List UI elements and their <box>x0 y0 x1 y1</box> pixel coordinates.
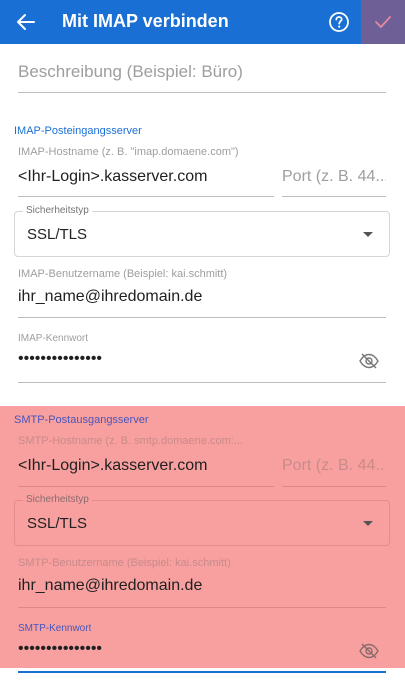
smtp-password-field[interactable]: SMTP-Kennwort ••••••••••••••• <box>18 620 386 676</box>
smtp-port-field[interactable]: Port (z. B. 44... <box>282 435 386 489</box>
smtp-password-value: ••••••••••••••• <box>18 640 103 657</box>
eye-off-icon[interactable] <box>358 350 380 372</box>
imap-section-title: IMAP-Posteingangsserver <box>14 125 142 137</box>
imap-security-value: SSL/TLS <box>27 226 88 243</box>
smtp-user-value: ihr_name@ihredomain.de <box>18 577 203 594</box>
imap-user-field[interactable]: IMAP-Benutzername (Beispiel: kai.schmitt… <box>18 266 386 320</box>
imap-host-label: IMAP-Hostname (z. B. "imap.domaene.com") <box>18 146 239 158</box>
description-field[interactable]: Beschreibung (Beispiel: Büro) <box>18 56 386 96</box>
dropdown-arrow-icon <box>363 521 373 526</box>
smtp-host-value: <Ihr-Login>.kasserver.com <box>18 457 208 474</box>
imap-password-underline <box>18 382 386 383</box>
smtp-port-placeholder: Port (z. B. 44... <box>282 457 386 474</box>
help-button[interactable] <box>326 9 352 35</box>
imap-port-underline <box>282 196 386 197</box>
description-placeholder: Beschreibung (Beispiel: Büro) <box>18 62 243 81</box>
smtp-security-label: Sicherheitstyp <box>23 494 92 505</box>
back-button[interactable] <box>12 8 40 36</box>
smtp-host-label: SMTP-Hostname (z. B. smtp.domaene.com:..… <box>18 435 243 447</box>
confirm-button[interactable] <box>361 0 405 44</box>
imap-password-value: ••••••••••••••• <box>18 350 103 367</box>
imap-security-label: Sicherheitstyp <box>23 205 92 216</box>
arrow-left-icon <box>17 14 35 30</box>
eye-off-icon[interactable] <box>358 640 380 662</box>
imap-host-underline <box>18 196 274 197</box>
checkmark-icon <box>375 16 391 28</box>
smtp-password-underline-focused <box>18 671 386 673</box>
smtp-user-field[interactable]: SMTP-Benutzername (Beispiel: kai.schmitt… <box>18 555 386 609</box>
smtp-user-underline <box>18 607 386 608</box>
smtp-password-label: SMTP-Kennwort <box>18 623 92 634</box>
imap-host-value: <Ihr-Login>.kasserver.com <box>18 168 208 185</box>
description-underline <box>18 92 386 93</box>
app-bar: Mit IMAP verbinden <box>0 0 405 44</box>
imap-user-underline <box>18 317 386 318</box>
imap-security-dropdown[interactable]: Sicherheitstyp SSL/TLS <box>14 205 390 257</box>
smtp-host-field[interactable]: SMTP-Hostname (z. B. smtp.domaene.com:..… <box>18 435 274 489</box>
imap-password-field[interactable]: IMAP-Kennwort ••••••••••••••• <box>18 330 386 384</box>
smtp-user-label: SMTP-Benutzername (Beispiel: kai.schmitt… <box>18 557 231 569</box>
dropdown-arrow-icon <box>363 232 373 237</box>
smtp-port-underline <box>282 486 386 487</box>
smtp-security-value: SSL/TLS <box>27 515 88 532</box>
imap-user-label: IMAP-Benutzername (Beispiel: kai.schmitt… <box>18 268 228 280</box>
smtp-section-title: SMTP-Postausgangsserver <box>14 414 149 426</box>
imap-port-placeholder: Port (z. B. 44... <box>282 168 386 185</box>
imap-password-label: IMAP-Kennwort <box>18 333 89 344</box>
imap-host-field[interactable]: IMAP-Hostname (z. B. "imap.domaene.com")… <box>18 146 274 200</box>
imap-user-value: ihr_name@ihredomain.de <box>18 288 203 305</box>
smtp-host-underline <box>18 486 274 487</box>
imap-port-field[interactable]: Port (z. B. 44... <box>282 146 386 200</box>
smtp-security-dropdown[interactable]: Sicherheitstyp SSL/TLS <box>14 494 390 546</box>
page-title: Mit IMAP verbinden <box>62 11 229 31</box>
help-circle-icon <box>329 12 349 32</box>
